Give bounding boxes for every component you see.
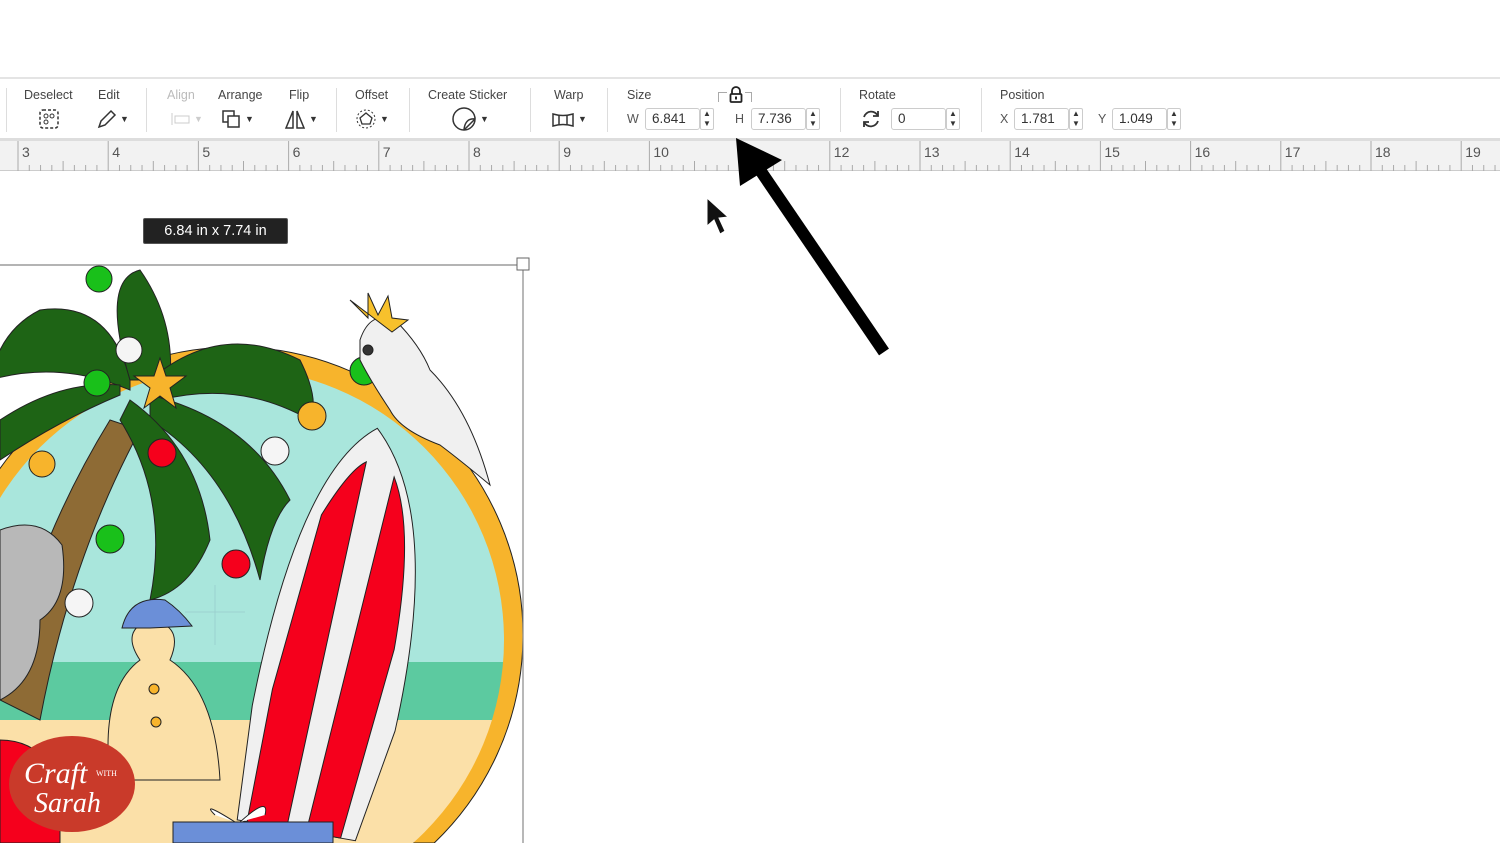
ruler-label: 3 — [22, 144, 30, 160]
sticker-icon: ▼ — [451, 107, 489, 131]
ruler-label: 9 — [563, 144, 571, 160]
height-input[interactable]: 7.736 — [751, 108, 806, 130]
ruler-label: 4 — [112, 144, 120, 160]
ruler-label: 19 — [1465, 144, 1481, 160]
deselect-icon — [38, 108, 60, 130]
flip-label: Flip — [289, 88, 310, 102]
y-label: Y — [1098, 112, 1107, 126]
ruler-label: 15 — [1104, 144, 1120, 160]
ruler-label: 11 — [743, 144, 759, 160]
divider — [409, 88, 410, 132]
offset-label: Offset — [355, 88, 389, 102]
width-input[interactable]: 6.841 — [645, 108, 700, 130]
create-sticker-label: Create Sticker — [428, 88, 508, 102]
ruler-label: 18 — [1375, 144, 1391, 160]
align-button[interactable]: Align ▼ — [165, 80, 205, 141]
logo-craft: Craft — [24, 757, 88, 790]
height-stepper[interactable]: ▲ ▼ — [806, 108, 820, 130]
warp-button[interactable]: Warp ▼ — [548, 80, 593, 141]
divider — [146, 88, 147, 132]
divider — [530, 88, 531, 132]
x-stepper[interactable]: ▲ ▼ — [1069, 108, 1083, 130]
lock-icon[interactable] — [727, 86, 745, 109]
canvas-artwork: Craft WITH Sarah — [0, 196, 730, 843]
rotate-input[interactable]: 0 — [891, 108, 946, 130]
flip-button[interactable]: Flip ▼ — [284, 80, 324, 141]
position-label: Position — [1000, 88, 1045, 102]
arrange-label: Arrange — [218, 88, 263, 102]
divider — [6, 88, 7, 132]
flip-icon: ▼ — [284, 108, 318, 130]
resize-handle[interactable] — [516, 257, 530, 271]
mouse-cursor-icon — [706, 196, 730, 235]
size-label: Size — [627, 88, 652, 102]
deselect-button[interactable]: Deselect — [20, 80, 80, 141]
ruler-label: 5 — [202, 144, 211, 160]
ruler-label: 6 — [292, 144, 301, 160]
gift-box — [172, 821, 334, 843]
rotate-label: Rotate — [859, 88, 896, 102]
logo-sarah: Sarah — [34, 788, 101, 819]
align-icon: ▼ — [169, 108, 203, 130]
edit-button[interactable]: Edit ▼ — [92, 80, 137, 141]
width-stepper[interactable]: ▲ ▼ — [700, 108, 714, 130]
height-label: H — [735, 112, 745, 126]
divider — [607, 88, 608, 132]
ruler-label: 10 — [653, 144, 669, 160]
rotate-icon[interactable] — [860, 108, 882, 135]
arrange-icon: ▼ — [220, 108, 254, 130]
arrange-button[interactable]: Arrange ▼ — [215, 80, 270, 141]
warp-icon: ▼ — [551, 108, 587, 130]
ruler-label: 12 — [833, 144, 850, 160]
pencil-icon: ▼ — [95, 108, 129, 130]
ruler-label: 7 — [382, 144, 391, 160]
ruler-label: 8 — [473, 144, 481, 160]
offset-button[interactable]: Offset ▼ — [352, 80, 397, 141]
divider — [981, 88, 982, 132]
y-input[interactable]: 1.049 — [1112, 108, 1167, 130]
craft-with-sarah-logo: Craft WITH Sarah — [9, 736, 135, 832]
horizontal-ruler[interactable]: 3 4 5 6 7 8 9 10 11 12 13 14 15 16 17 18 19 — [0, 141, 1500, 171]
warp-label: Warp — [554, 88, 584, 102]
top-bar — [0, 0, 1500, 79]
ruler-label: 14 — [1014, 144, 1030, 160]
divider — [336, 88, 337, 132]
edit-toolbar: Deselect Edit ▼ Align ▼ Arrange ▼ Flip ▼… — [0, 80, 1500, 141]
divider — [840, 88, 841, 132]
logo-with: WITH — [96, 769, 117, 778]
offset-icon: ▼ — [355, 108, 389, 130]
y-stepper[interactable]: ▲ ▼ — [1167, 108, 1181, 130]
ruler-label: 16 — [1194, 144, 1211, 160]
x-input[interactable]: 1.781 — [1014, 108, 1069, 130]
align-label: Align — [167, 88, 195, 102]
deselect-label: Deselect — [24, 88, 73, 102]
rotate-stepper[interactable]: ▲ ▼ — [946, 108, 960, 130]
edit-label: Edit — [98, 88, 120, 102]
create-sticker-button[interactable]: Create Sticker ▼ — [425, 80, 520, 141]
ruler-label: 13 — [924, 144, 940, 160]
ruler-label: 17 — [1284, 144, 1301, 160]
width-label: W — [627, 112, 639, 126]
x-label: X — [1000, 112, 1009, 126]
